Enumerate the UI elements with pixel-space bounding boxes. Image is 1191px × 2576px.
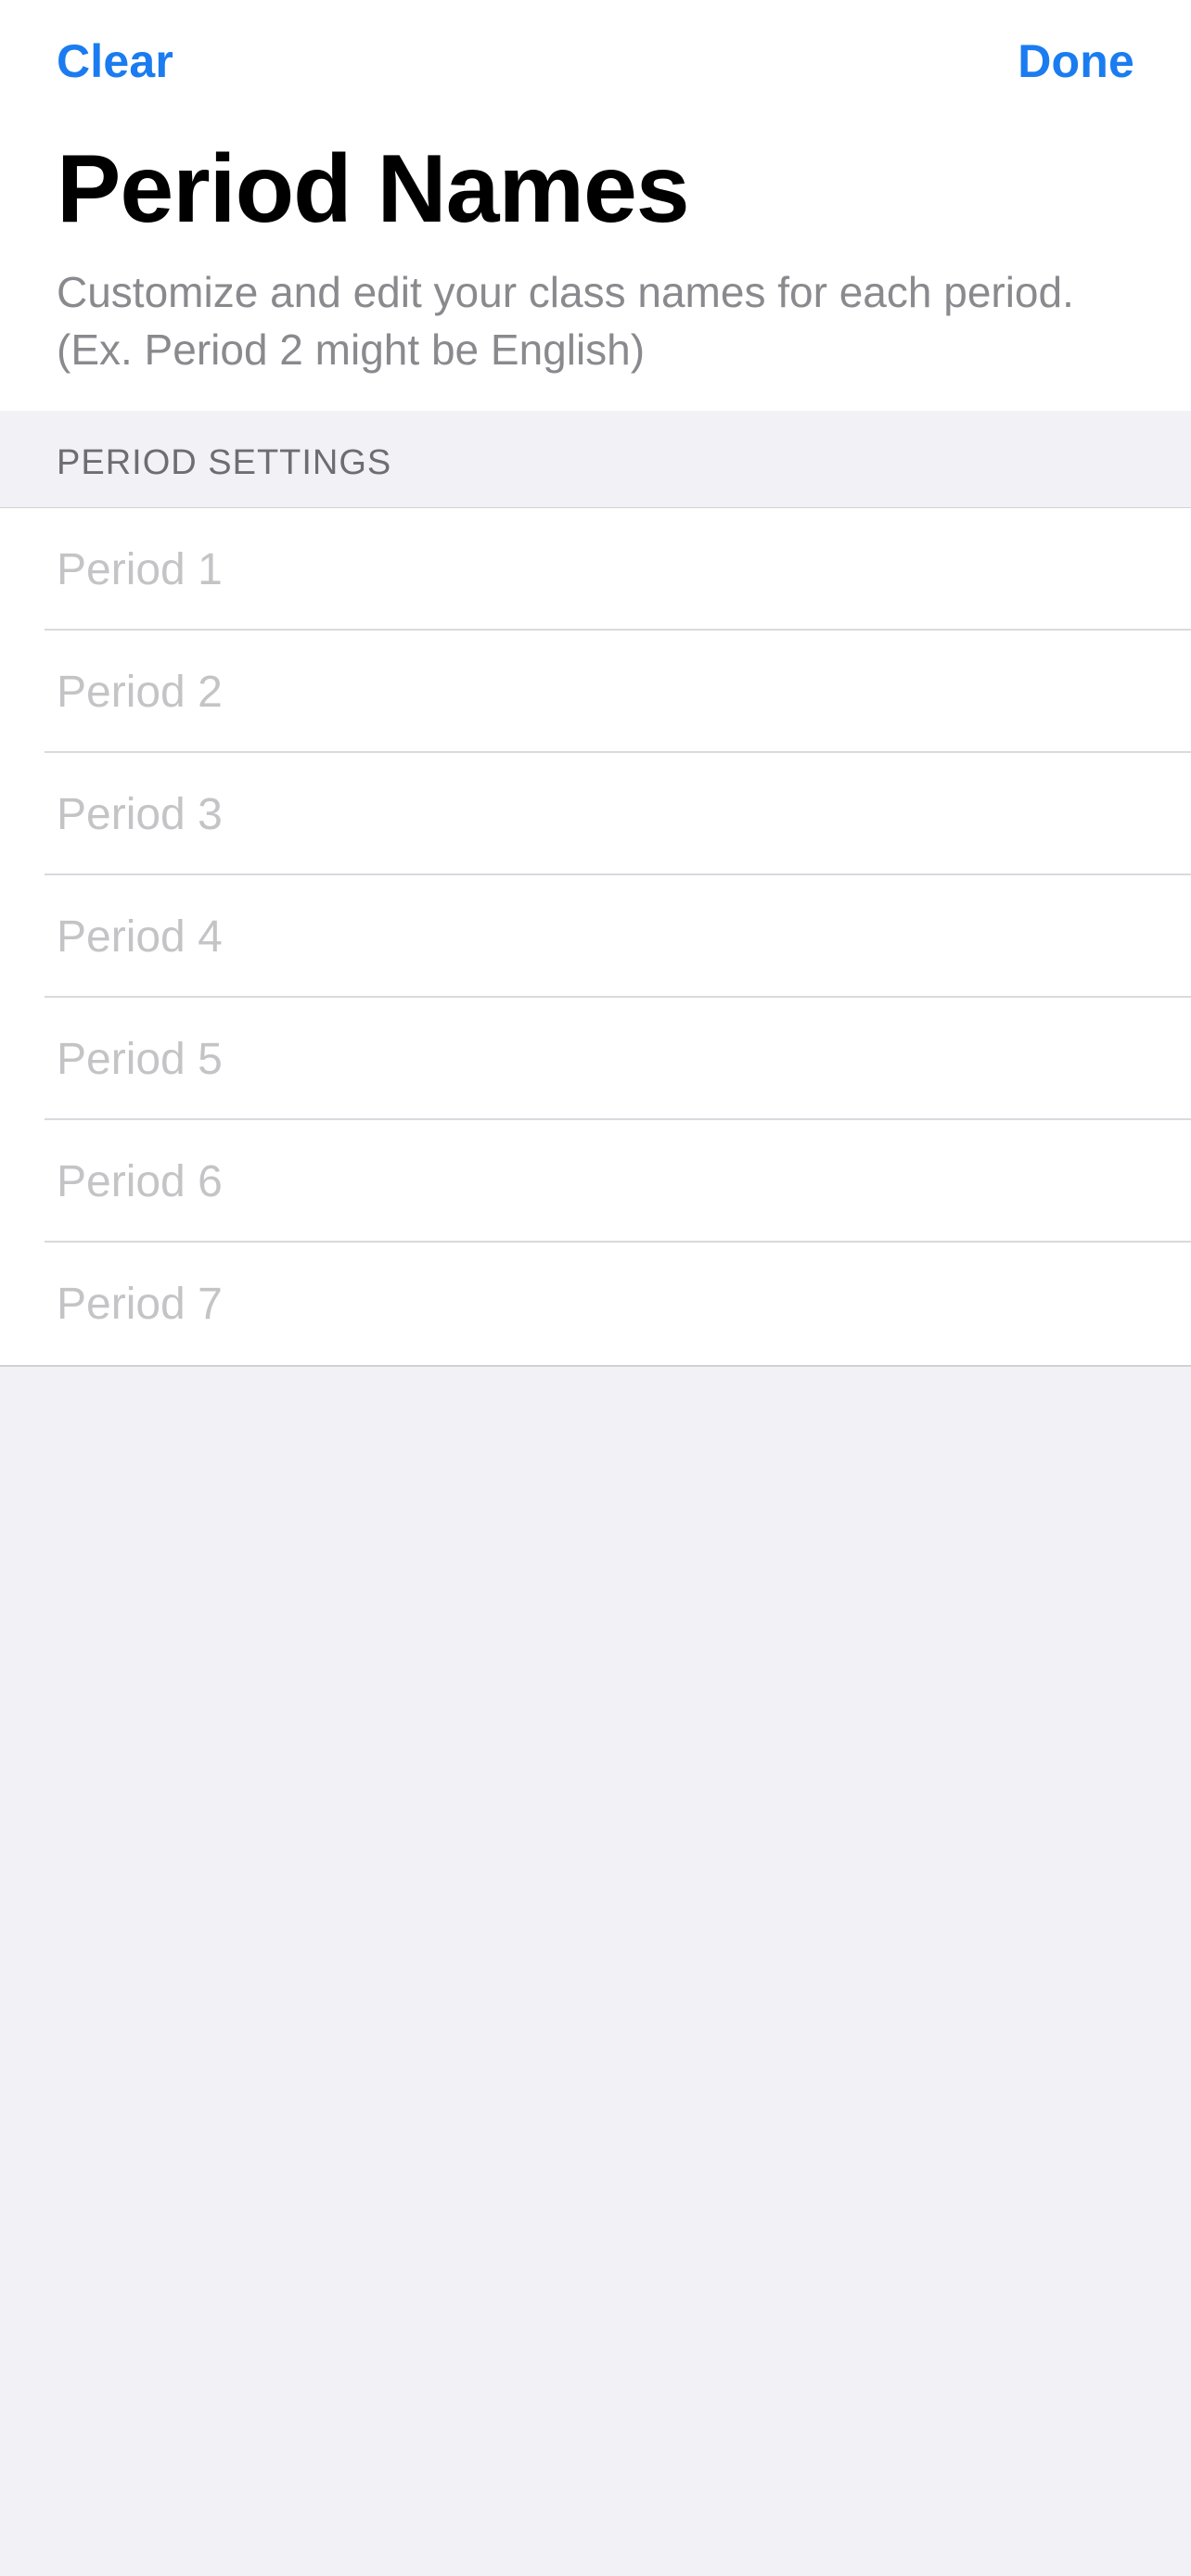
period-row-3[interactable] [0,753,1191,875]
period-row-1[interactable] [0,508,1191,631]
period-1-input[interactable] [57,543,1151,595]
period-names-screen: Clear Done Period Names Customize and ed… [0,0,1191,2576]
page-subtitle: Customize and edit your class names for … [57,268,1074,374]
done-button[interactable]: Done [1018,32,1134,91]
period-row-4[interactable] [0,875,1191,998]
section-header-period-settings: PERIOD SETTINGS [0,411,1191,508]
period-3-input[interactable] [57,788,1151,840]
page-title: Period Names [57,135,690,243]
clear-button[interactable]: Clear [57,32,173,91]
header-area: Clear Done Period Names Customize and ed… [0,0,1191,411]
period-list [0,508,1191,1367]
period-6-input[interactable] [57,1155,1151,1207]
period-row-2[interactable] [0,631,1191,753]
period-7-input[interactable] [57,1278,1151,1330]
period-row-5[interactable] [0,998,1191,1120]
period-5-input[interactable] [57,1033,1151,1085]
period-row-7[interactable] [0,1243,1191,1365]
period-row-6[interactable] [0,1120,1191,1243]
period-4-input[interactable] [57,911,1151,963]
period-2-input[interactable] [57,666,1151,718]
